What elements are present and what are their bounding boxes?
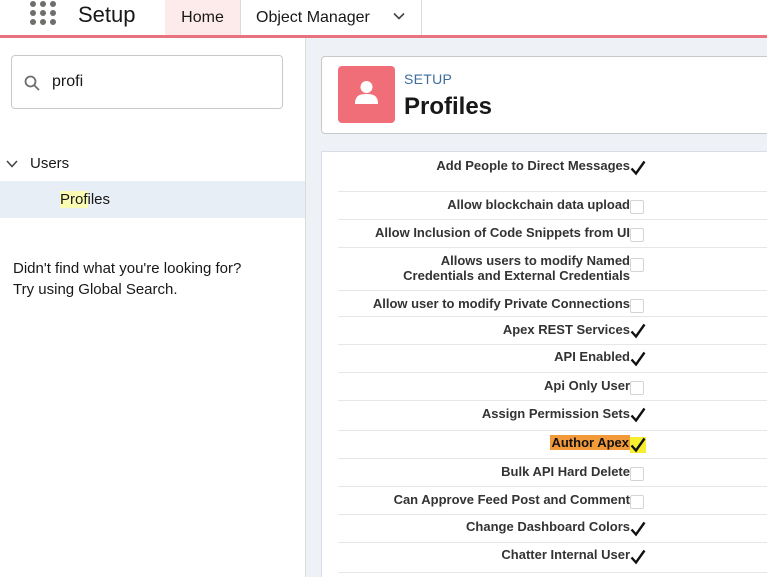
checkmark-icon [630,549,646,565]
permission-label: Api Only User [544,378,630,393]
main-content: SETUP Profiles Add People to Direct Mess… [306,38,767,577]
permission-row: Allows users to modify Named Credentials … [338,248,767,291]
tab-home[interactable]: Home [165,0,241,35]
unchecked-box [630,495,644,509]
global-header: Setup Home Object Manager [0,0,767,38]
not-found-line-2: Try using Global Search. [13,281,178,298]
permission-label: Apex REST Services [502,322,630,337]
app-title: Setup [78,2,136,27]
user-icon [355,81,378,104]
permission-label: Assign Permission Sets [481,406,630,421]
permission-row: Assign Permission Sets [338,401,767,431]
breadcrumb: SETUP [404,71,453,87]
permission-row: Can Approve Feed Post and Comment [338,487,767,515]
tab-object-manager[interactable]: Object Manager [241,0,422,35]
unchecked-box [630,228,644,242]
not-found-message: Didn't find what you're looking for? Try… [13,258,298,300]
permission-row: Allow user to modify Private Connections [338,291,767,317]
permission-label: Author Apex [550,435,630,450]
permission-row: Apex REST Services [338,317,767,345]
unchecked-box [630,200,644,214]
permission-row: Allow Inclusion of Code Snippets from UI [338,220,767,248]
permissions-table: Add People to Direct Messages Allow block… [321,151,767,577]
tree-item-users[interactable]: Users [0,150,306,178]
chevron-down-icon[interactable] [6,159,18,169]
permission-label: Add People to Direct Messages [436,158,630,173]
page-title: Profiles [404,93,493,120]
tree-item-profiles-label: Profiles [60,191,110,208]
checkmark-icon [630,437,646,453]
tree-item-profiles-label-rest: iles [87,191,111,208]
permission-label-line: Allows users to modify Named [440,253,630,268]
permission-label: API Enabled [554,349,630,364]
tree-item-users-label: Users [30,155,70,172]
permission-label: Allow Inclusion of Code Snippets from UI [375,225,630,240]
search-icon [24,75,40,91]
permission-row: API Enabled [338,345,767,373]
setup-sidebar: Users Profiles Didn't find what you're l… [0,38,306,577]
permission-label-line: Credentials and External Credentials [403,268,630,283]
permission-label: Chatter Internal User [501,547,630,562]
permission-row: Api Only User [338,373,767,401]
permission-label: Bulk API Hard Delete [501,464,630,479]
checkmark-icon [630,521,646,537]
permission-row: Chatter Internal User [338,543,767,573]
chevron-down-icon[interactable] [393,10,405,22]
search-match-highlight: Prof [60,191,88,208]
quick-find-box[interactable] [11,55,283,109]
tab-home-label: Home [181,8,224,26]
unchecked-box [630,299,644,313]
unchecked-box [630,381,644,395]
permission-row: Bulk API Hard Delete [338,459,767,487]
permission-row: Allow blockchain data upload [338,192,767,220]
profile-icon [338,66,395,123]
app-launcher-icon[interactable] [28,1,58,27]
checkmark-icon [630,407,646,423]
unchecked-box [630,467,644,481]
permission-row: Author Apex [338,431,767,459]
tab-object-manager-label: Object Manager [256,8,370,26]
permission-label: Allows users to modify Named Credentials … [403,253,630,283]
permission-label: Allow user to modify Private Connections [372,296,630,311]
permission-label: Change Dashboard Colors [466,519,630,534]
permission-label: Allow blockchain data upload [447,197,630,212]
permission-label: Can Approve Feed Post and Comment [393,492,630,507]
unchecked-box [630,258,644,272]
checkmark-icon [630,160,646,176]
not-found-line-1: Didn't find what you're looking for? [13,260,242,277]
checkmark-icon [630,351,646,367]
tree-item-profiles[interactable]: Profiles [0,181,305,218]
permission-row: Change Dashboard Colors [338,515,767,543]
checkmark-icon [630,323,646,339]
quick-find-input[interactable] [52,68,272,96]
page-header: SETUP Profiles [321,56,767,134]
permission-row: Add People to Direct Messages [338,152,767,192]
